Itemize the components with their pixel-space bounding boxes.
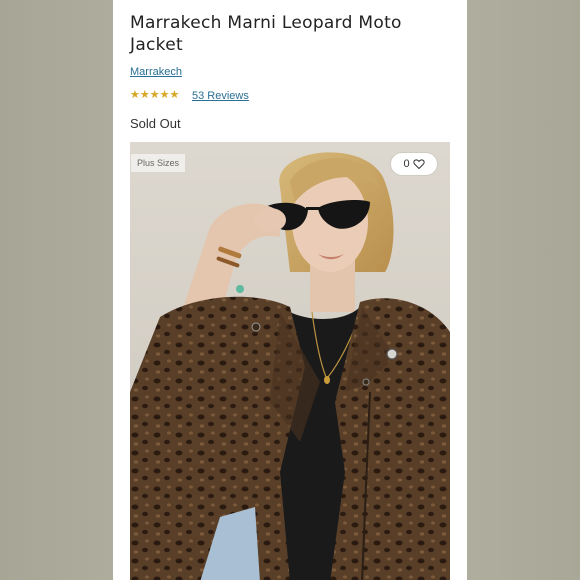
reviews-link[interactable]: 53 Reviews [192, 90, 249, 102]
star-icon: ★★★★★ [130, 88, 179, 101]
model-photo [130, 142, 450, 580]
favorite-button[interactable]: 0 [391, 153, 437, 175]
product-page: Marrakech Marni Leopard Moto Jacket Marr… [113, 0, 467, 580]
brand-link[interactable]: Marrakech [130, 66, 182, 78]
star-rating: ★★★★★ ★★★★★ [130, 88, 184, 102]
plus-sizes-badge: Plus Sizes [131, 154, 186, 172]
product-title: Marrakech Marni Leopard Moto Jacket [130, 13, 402, 55]
stock-status: Sold Out [130, 116, 181, 131]
heart-outline-icon [412, 159, 425, 169]
product-image[interactable]: Plus Sizes 0 [130, 142, 450, 580]
rating-row: ★★★★★ ★★★★★ 53 Reviews [130, 88, 249, 102]
favorites-count: 0 [403, 158, 410, 170]
